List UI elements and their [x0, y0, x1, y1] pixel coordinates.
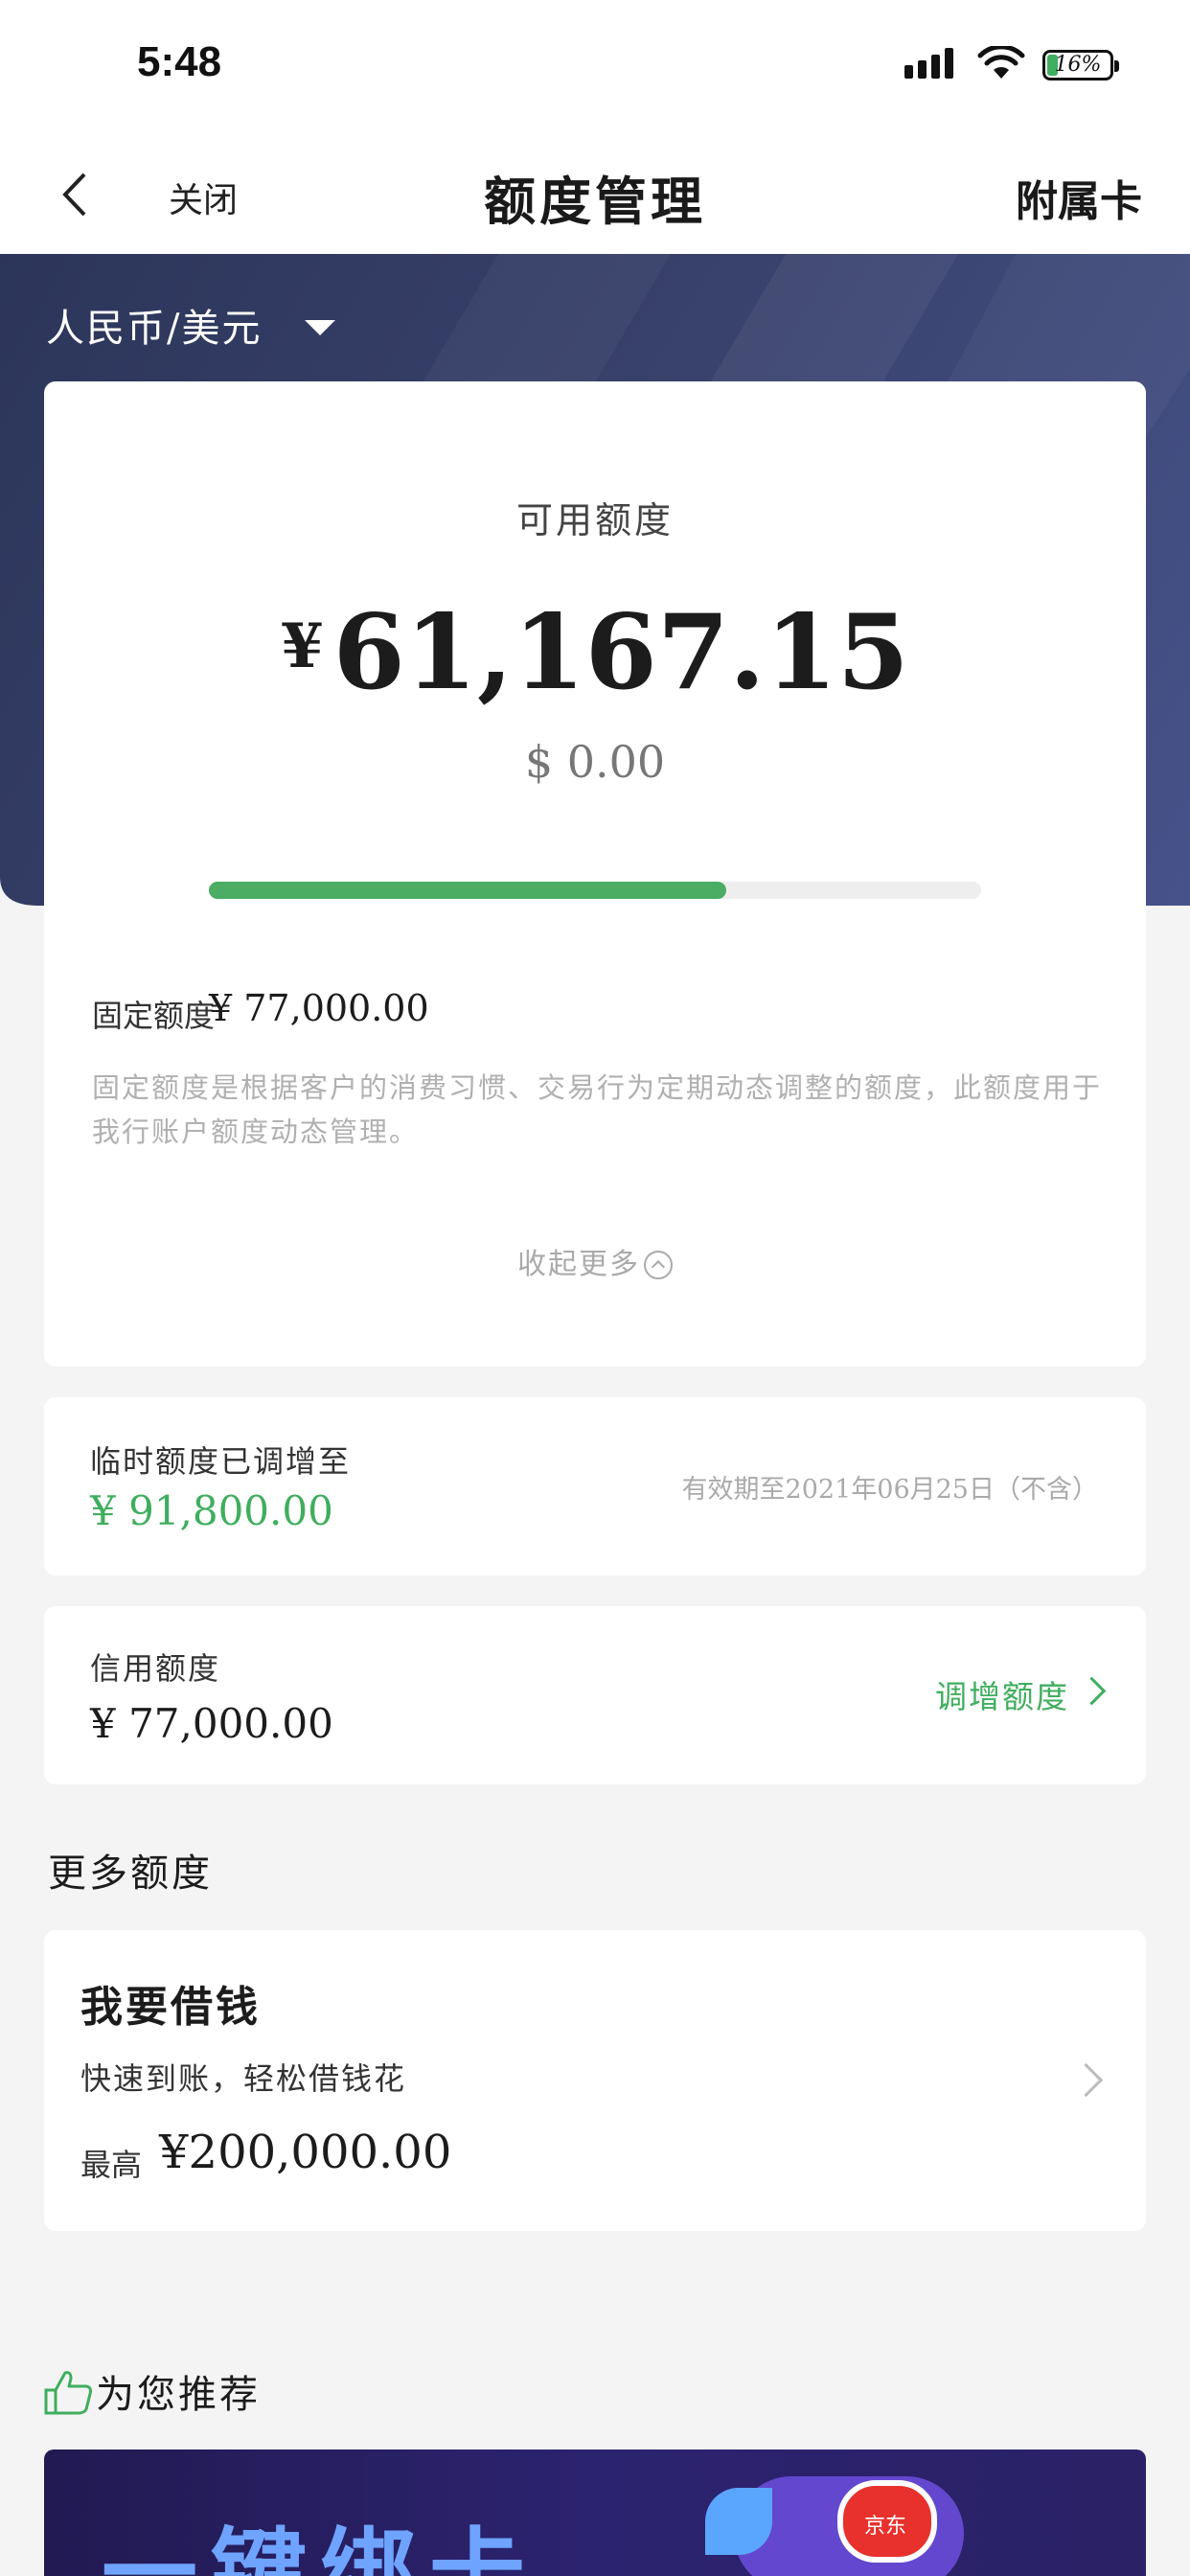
- usd-amount: $ 0.00: [524, 736, 666, 788]
- supplementary-card-button[interactable]: 附属卡: [1016, 167, 1142, 228]
- battery-icon: 16%: [1042, 50, 1119, 80]
- credit-limit-label: 信用额度: [90, 1650, 221, 1687]
- usage-progress-bar: [209, 882, 981, 899]
- borrow-max-amount: ¥200,000.00: [159, 2126, 452, 2179]
- credit-limit-amount: ¥ 77,000.00: [90, 1700, 333, 1747]
- thumbs-up-icon: [44, 2371, 92, 2415]
- borrow-title[interactable]: 我要借钱: [80, 1972, 261, 2034]
- available-amount: ¥61,167.15: [0, 592, 1190, 713]
- collapse-more-button[interactable]: 收起更多: [0, 1240, 1190, 1282]
- wifi-icon: [977, 46, 1025, 79]
- jd-logo-text: 京东: [864, 2515, 907, 2539]
- collapse-more-label[interactable]: 收起更多: [517, 1248, 640, 1281]
- battery-percent: 16%: [1054, 53, 1102, 77]
- leaf-icon: [705, 2488, 772, 2555]
- chevron-up-circle-icon[interactable]: [644, 1251, 673, 1279]
- recommend-title: 为您推荐: [96, 2373, 261, 2417]
- fixed-credit-description: 固定额度是根据客户的消费习惯、交易行为定期动态调整的额度，此额度用于我行账户额度…: [92, 1071, 1103, 1148]
- usage-progress-fill: [209, 882, 727, 899]
- borrow-subtitle: 快速到账，轻松借钱花: [80, 2060, 407, 2097]
- temporary-credit-label: 临时额度已调增至: [90, 1443, 352, 1480]
- page-title: 额度管理: [484, 171, 706, 232]
- promo-banner[interactable]: 一键绑卡 京东: [44, 2450, 1146, 2576]
- available-amount-value: 61,167.15: [332, 592, 909, 713]
- yen-symbol: ¥: [281, 610, 324, 682]
- fixed-credit-amount: ¥ 77,000.00: [209, 987, 429, 1029]
- signal-icon: [904, 48, 953, 79]
- caret-down-icon[interactable]: [305, 320, 335, 335]
- banner-headline: 一键绑卡: [102, 2518, 538, 2576]
- available-label: 可用额度: [515, 499, 674, 541]
- fixed-credit-label: 固定额度: [92, 998, 216, 1034]
- temporary-credit-amount: ¥ 91,800.00: [90, 1487, 333, 1534]
- currency-selector[interactable]: 人民币/美元: [46, 297, 262, 353]
- more-credit-title: 更多额度: [48, 1852, 213, 1896]
- increase-limit-label[interactable]: 调增额度: [935, 1678, 1069, 1715]
- borrow-max-label: 最高: [80, 2147, 143, 2183]
- temporary-credit-validity: 有效期至2021年06月25日（不含）: [681, 1475, 1098, 1505]
- increase-limit-button[interactable]: 调增额度: [935, 1671, 1104, 1717]
- jd-logo-icon: 京东: [837, 2480, 937, 2563]
- status-time: 5:48: [137, 38, 222, 85]
